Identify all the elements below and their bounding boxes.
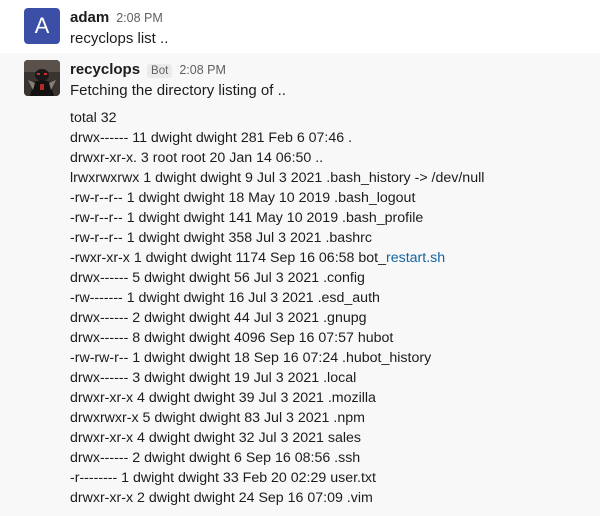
listing-line-text: total 32 xyxy=(70,110,117,126)
listing-line: -rw-r--r-- 1 dwight dwight 358 Jul 3 202… xyxy=(70,228,484,248)
listing-line: drwx------ 2 dwight dwight 6 Sep 16 08:5… xyxy=(70,448,484,468)
listing-line: lrwxrwxrwx 1 dwight dwight 9 Jul 3 2021 … xyxy=(70,168,484,188)
listing-line: -rw------- 1 dwight dwight 16 Jul 3 2021… xyxy=(70,288,484,308)
listing-line-text: lrwxrwxrwx 1 dwight dwight 9 Jul 3 2021 … xyxy=(70,170,485,186)
avatar-adam[interactable]: A xyxy=(24,8,60,44)
listing-line-text: -rw-r--r-- 1 dwight dwight 358 Jul 3 202… xyxy=(70,230,372,246)
message-text: Fetching the directory listing of .. xyxy=(70,82,286,99)
listing-line: -rw-r--r-- 1 dwight dwight 141 May 10 20… xyxy=(70,208,484,228)
listing-line-text: drwx------ 8 dwight dwight 4096 Sep 16 0… xyxy=(70,330,394,346)
listing-line-text: drwx------ 2 dwight dwight 44 Jul 3 2021… xyxy=(70,310,367,326)
listing-line: total 32 xyxy=(70,108,484,128)
listing-line: drwxrwxr-x 5 dwight dwight 83 Jul 3 2021… xyxy=(70,408,484,428)
sender-name[interactable]: recyclops xyxy=(70,61,140,78)
listing-line: drwx------ 3 dwight dwight 19 Jul 3 2021… xyxy=(70,368,484,388)
listing-line: drwxr-xr-x 4 dwight dwight 39 Jul 3 2021… xyxy=(70,388,484,408)
listing-line-text: drwx------ 5 dwight dwight 56 Jul 3 2021… xyxy=(70,270,365,286)
listing-line: -r-------- 1 dwight dwight 33 Feb 20 02:… xyxy=(70,468,484,488)
listing-line: drwx------ 8 dwight dwight 4096 Sep 16 0… xyxy=(70,328,484,348)
listing-line-text: -rw------- 1 dwight dwight 16 Jul 3 2021… xyxy=(70,290,380,306)
listing-line-text: drwxr-xr-x. 3 root root 20 Jan 14 06:50 … xyxy=(70,150,324,166)
message-header: adam 2:08 PM xyxy=(70,9,163,26)
listing-line-text: drwxr-xr-x 4 dwight dwight 39 Jul 3 2021… xyxy=(70,390,376,406)
directory-listing: total 32 drwx------ 11 dwight dwight 281… xyxy=(70,108,484,508)
robot-avatar-image xyxy=(24,60,60,96)
bot-badge: Bot xyxy=(147,64,173,78)
listing-line: -rwxr-xr-x 1 dwight dwight 1174 Sep 16 0… xyxy=(70,248,484,268)
listing-line-text: -rw-r--r-- 1 dwight dwight 141 May 10 20… xyxy=(70,210,424,226)
listing-line-text: drwx------ 11 dwight dwight 281 Feb 6 07… xyxy=(70,130,353,146)
listing-line: drwxr-xr-x. 3 root root 20 Jan 14 06:50 … xyxy=(70,148,484,168)
listing-line: drwx------ 2 dwight dwight 44 Jul 3 2021… xyxy=(70,308,484,328)
listing-line: -rw-r--r-- 1 dwight dwight 18 May 10 201… xyxy=(70,188,484,208)
listing-line: drwx------ 5 dwight dwight 56 Jul 3 2021… xyxy=(70,268,484,288)
listing-line: drwx------ 11 dwight dwight 281 Feb 6 07… xyxy=(70,128,484,148)
message-text: recyclops list .. xyxy=(70,30,169,47)
avatar-letter: A xyxy=(34,13,50,38)
restart-script-link[interactable]: restart.sh xyxy=(386,250,445,266)
message-recyclops: recyclops Bot 2:08 PM Fetching the direc… xyxy=(0,53,600,516)
listing-line-text: drwx------ 2 dwight dwight 6 Sep 16 08:5… xyxy=(70,450,361,466)
message-header: recyclops Bot 2:08 PM xyxy=(70,61,226,78)
listing-line-text: drwx------ 3 dwight dwight 19 Jul 3 2021… xyxy=(70,370,357,386)
listing-line: drwxr-xr-x 4 dwight dwight 32 Jul 3 2021… xyxy=(70,428,484,448)
listing-line-text: drwxrwxr-x 5 dwight dwight 83 Jul 3 2021… xyxy=(70,410,365,426)
timestamp[interactable]: 2:08 PM xyxy=(179,63,226,77)
listing-line-text: -rw-r--r-- 1 dwight dwight 18 May 10 201… xyxy=(70,190,416,206)
listing-line-text: -r-------- 1 dwight dwight 33 Feb 20 02:… xyxy=(70,470,376,486)
listing-line-text: -rw-rw-r-- 1 dwight dwight 18 Sep 16 07:… xyxy=(70,350,432,366)
listing-line: drwxr-xr-x 2 dwight dwight 24 Sep 16 07:… xyxy=(70,488,484,508)
listing-line-text: -rwxr-xr-x 1 dwight dwight 1174 Sep 16 0… xyxy=(70,250,386,266)
listing-line-text: drwxr-xr-x 4 dwight dwight 32 Jul 3 2021… xyxy=(70,430,361,446)
listing-line-text: drwxr-xr-x 2 dwight dwight 24 Sep 16 07:… xyxy=(70,490,373,506)
listing-line: -rw-rw-r-- 1 dwight dwight 18 Sep 16 07:… xyxy=(70,348,484,368)
sender-name[interactable]: adam xyxy=(70,9,109,26)
timestamp[interactable]: 2:08 PM xyxy=(116,11,163,25)
robot-avatar-icon[interactable] xyxy=(24,60,60,96)
message-adam: A adam 2:08 PM recyclops list .. xyxy=(0,0,600,53)
